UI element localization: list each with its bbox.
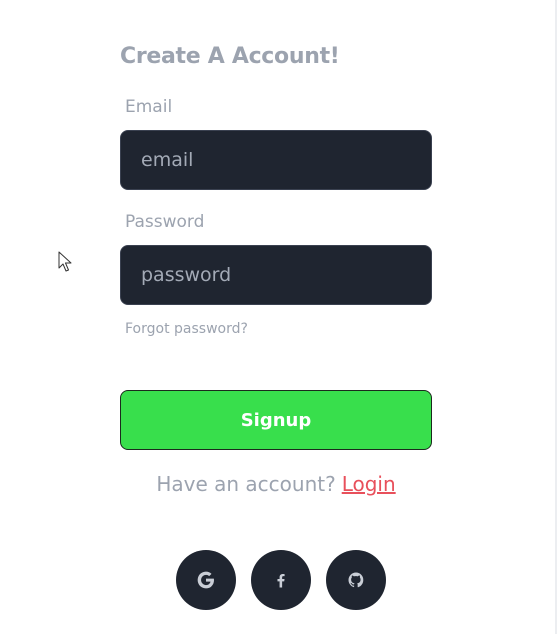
have-account-row: Have an account? Login: [120, 472, 432, 496]
facebook-login-button[interactable]: [251, 550, 311, 610]
facebook-icon: [277, 574, 285, 588]
password-label: Password: [125, 212, 205, 232]
page-title: Create A Account!: [120, 44, 340, 69]
have-account-text: Have an account?: [156, 472, 336, 496]
login-link[interactable]: Login: [342, 472, 396, 496]
mouse-cursor-icon: [58, 251, 72, 272]
email-label: Email: [125, 97, 173, 117]
forgot-password-link[interactable]: Forgot password?: [125, 321, 248, 337]
google-icon: [197, 571, 214, 589]
email-input[interactable]: [120, 130, 432, 190]
github-icon: [348, 572, 364, 588]
google-login-button[interactable]: [176, 550, 236, 610]
social-login-row: [176, 550, 386, 610]
signup-button[interactable]: Signup: [120, 390, 432, 450]
github-login-button[interactable]: [326, 550, 386, 610]
signup-page: Create A Account! Email Password Forgot …: [0, 0, 557, 634]
password-input[interactable]: [120, 245, 432, 305]
